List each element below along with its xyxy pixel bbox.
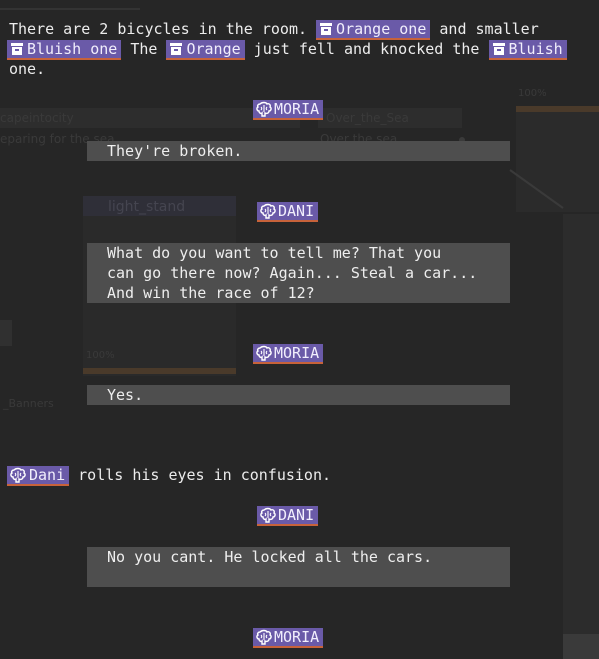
item-chip-orange-one[interactable]: Orange one	[316, 20, 431, 40]
box-icon	[10, 42, 24, 56]
narration-text: The	[121, 40, 167, 58]
dialogue-bubble: Yes.	[87, 385, 510, 405]
dialogue-line: What do you want to tell me? That you	[107, 244, 442, 262]
dialogue-line: They're broken.	[107, 142, 243, 160]
action-text: rolls his eyes in confusion.	[69, 466, 332, 484]
box-icon	[319, 22, 333, 36]
item-chip-orange[interactable]: Orange	[166, 40, 245, 60]
chip-label: Bluish	[508, 40, 563, 58]
brain-icon	[10, 467, 26, 483]
speaker-tag-moria[interactable]: MORIA	[253, 100, 324, 120]
narration-text: just fell and knocked the	[244, 40, 489, 58]
narration-line: one.	[9, 60, 46, 78]
box-icon	[492, 42, 506, 56]
dialogue-line: And win the race of 12?	[107, 284, 315, 302]
brain-icon	[256, 101, 272, 117]
dialogue-line: No you cant. He locked all the cars.	[107, 548, 433, 566]
narration-line: There are 2 bicycles in the room. Orange…	[9, 19, 539, 40]
speaker-name: DANI	[278, 506, 315, 524]
speaker-tag-moria[interactable]: MORIA	[253, 344, 324, 364]
speaker-name: MORIA	[274, 100, 320, 118]
speaker-tag-dani[interactable]: DANI	[257, 506, 319, 526]
narration-text: There are 2 bicycles in the room.	[9, 20, 317, 38]
dialogue-bubble: What do you want to tell me? That you can…	[87, 243, 510, 303]
dialogue-line: Yes.	[107, 386, 144, 404]
dialogue-line: can go there now? Again... Steal a car..…	[107, 264, 478, 282]
narration-line: Bluish one The Orange just fell and knoc…	[7, 39, 567, 60]
item-chip-bluish[interactable]: Bluish	[488, 40, 567, 60]
chip-label: Bluish one	[27, 40, 118, 58]
chip-label: Orange one	[336, 20, 427, 38]
item-chip-bluish-one[interactable]: Bluish one	[7, 40, 122, 60]
action-line: Dani rolls his eyes in confusion.	[7, 465, 331, 486]
speaker-name: DANI	[278, 202, 315, 220]
speaker-name: MORIA	[274, 628, 320, 646]
brain-icon	[256, 629, 272, 645]
narration-text: and smaller	[430, 20, 539, 38]
chip-label: Orange	[186, 40, 241, 58]
character-chip-dani[interactable]: Dani	[7, 466, 70, 486]
brain-icon	[256, 345, 272, 361]
dialogue-bubble: They're broken.	[87, 141, 510, 161]
speaker-tag-dani[interactable]: DANI	[257, 202, 319, 222]
dialogue-bubble: No you cant. He locked all the cars.	[87, 547, 510, 587]
speaker-tag-moria[interactable]: MORIA	[253, 628, 324, 648]
box-icon	[169, 42, 183, 56]
speaker-name: MORIA	[274, 344, 320, 362]
brain-icon	[260, 203, 276, 219]
chip-label: Dani	[29, 466, 66, 484]
brain-icon	[260, 507, 276, 523]
